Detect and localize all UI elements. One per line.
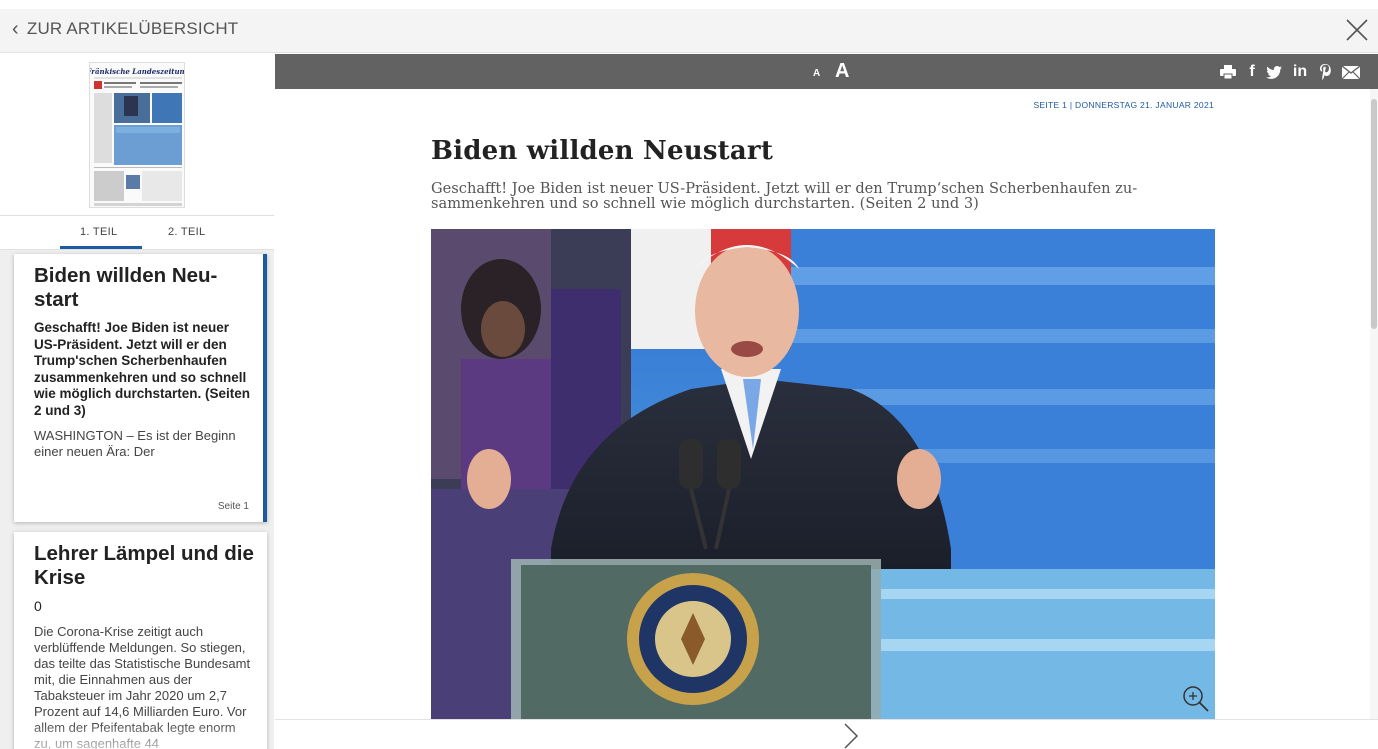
article-sidebar: Fränkische Landeszeitung 1. TEIL 2. TEIL… bbox=[0, 54, 274, 749]
article-view: SEITE 1 | DONNERSTAG 21. JANUAR 2021 Bid… bbox=[275, 89, 1370, 719]
article-card[interactable]: Lehrer Lämpel und die Krise 0 Die Corona… bbox=[14, 532, 267, 749]
print-icon[interactable] bbox=[1219, 62, 1237, 82]
article-card-body: WASHINGTON – Es ist der Beginn einer neu… bbox=[34, 428, 236, 459]
decrease-font-button[interactable]: A bbox=[813, 68, 820, 79]
tab-part-1[interactable]: 1. TEIL bbox=[80, 226, 117, 238]
article-meta: SEITE 1 | DONNERSTAG 21. JANUAR 2021 bbox=[1033, 100, 1214, 110]
newspaper-page-thumbnail[interactable]: Fränkische Landeszeitung bbox=[89, 61, 185, 208]
article-subheadline: Geschafft! Joe Biden ist neuer US-Präsid… bbox=[431, 180, 1138, 212]
next-article-arrow-icon[interactable] bbox=[841, 722, 861, 749]
article-card-page: Seite 1 bbox=[217, 501, 249, 512]
active-tab-indicator bbox=[60, 246, 142, 249]
article-card-selected[interactable]: Biden willden Neu-start Geschafft! Joe B… bbox=[14, 254, 267, 522]
twitter-icon[interactable] bbox=[1265, 62, 1283, 82]
facebook-icon[interactable]: f bbox=[1245, 62, 1259, 82]
close-icon[interactable] bbox=[1344, 17, 1370, 43]
tab-part-2[interactable]: 2. TEIL bbox=[168, 226, 205, 238]
part-tabs: 1. TEIL 2. TEIL bbox=[0, 216, 274, 250]
article-card-lead: Geschafft! Joe Biden ist neuer US-Präsid… bbox=[34, 320, 251, 418]
article-scrollbar[interactable] bbox=[1370, 89, 1378, 719]
page-thumbnail-area: Fränkische Landeszeitung bbox=[0, 54, 274, 216]
chevron-left-icon: ‹ bbox=[12, 18, 19, 40]
article-photo[interactable] bbox=[431, 229, 1215, 719]
article-card-title: Biden willden Neu-start bbox=[34, 264, 218, 311]
pinterest-icon[interactable] bbox=[1317, 62, 1333, 82]
article-card-lead: 0 bbox=[34, 598, 42, 614]
photo-graphic bbox=[431, 229, 1215, 719]
top-bar: ‹ ZUR ARTIKELÜBERSICHT bbox=[0, 9, 1378, 53]
thumbnail-masthead: Fränkische Landeszeitung bbox=[90, 67, 185, 76]
increase-font-button[interactable]: A bbox=[835, 60, 849, 83]
bottom-navigation bbox=[275, 719, 1378, 749]
newspaper-thumbnail-graphic: Fränkische Landeszeitung bbox=[90, 67, 185, 206]
article-card-title: Lehrer Lämpel und die Krise bbox=[34, 542, 254, 589]
mail-icon[interactable] bbox=[1341, 62, 1361, 82]
reader-toolbar: A A f in bbox=[275, 54, 1378, 89]
back-label: ZUR ARTIKELÜBERSICHT bbox=[26, 19, 239, 38]
zoom-in-icon[interactable] bbox=[1181, 684, 1211, 714]
linkedin-icon[interactable]: in bbox=[1289, 62, 1311, 82]
card-fade-overlay bbox=[14, 722, 267, 749]
article-headline: Biden willden Neustart bbox=[431, 136, 774, 166]
back-to-overview-link[interactable]: ‹ ZUR ARTIKELÜBERSICHT bbox=[12, 19, 238, 39]
scrollbar-thumb[interactable] bbox=[1371, 99, 1377, 329]
